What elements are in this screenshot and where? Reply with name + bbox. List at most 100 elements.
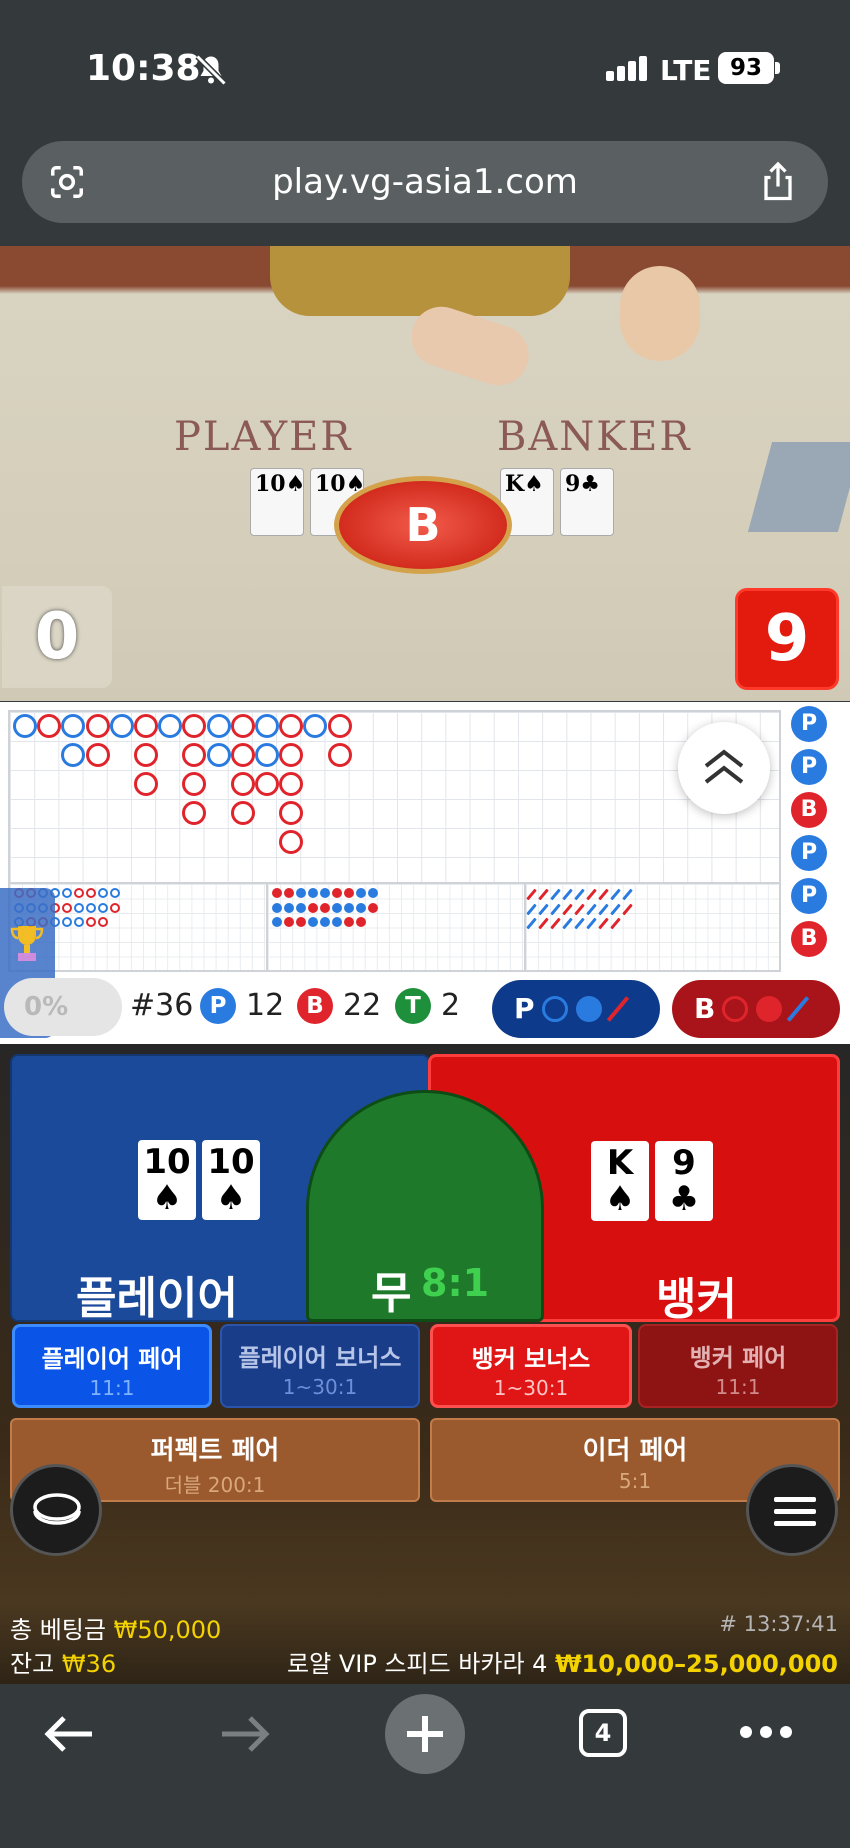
card-suit: ♠ (151, 1178, 183, 1218)
derived-road-marker (86, 917, 96, 927)
derived-road-marker (538, 917, 549, 930)
forward-arrow-icon[interactable] (220, 1714, 272, 1754)
player-ask-button[interactable]: P (492, 980, 660, 1038)
round-number: #36 (130, 988, 194, 1023)
pair-bet-label: 이더 페어 (582, 1436, 688, 1466)
menu-button[interactable] (746, 1464, 838, 1556)
betting-area: 10 ♠ 10 ♠ 플레이어 K ♠ 9 ♣ 뱅커 무 8:1 플레이어 페어 … (0, 1044, 850, 1684)
player-bet-label: 플레이어 (76, 1273, 238, 1324)
tie-bet-spot[interactable]: 무 8:1 (306, 1090, 544, 1322)
big-road-marker (255, 714, 279, 738)
side-bet-label: 뱅커 보너스 (471, 1345, 591, 1373)
derived-road-marker (586, 888, 597, 901)
bead-dot: P (791, 878, 827, 914)
derived-road-marker (110, 888, 120, 898)
derived-road-marker (98, 888, 108, 898)
derived-road-marker (110, 902, 120, 913)
derived-road-marker (272, 888, 282, 898)
card-suit: ♣ (668, 1179, 700, 1219)
derived-road-marker (610, 917, 621, 930)
derived-road-marker (598, 917, 609, 930)
derived-road-marker (562, 903, 573, 915)
player-win-badge: P (200, 988, 236, 1024)
big-road-marker (182, 743, 207, 767)
big-road-marker (206, 743, 231, 767)
derived-road-marker (320, 902, 330, 913)
url-text[interactable]: play.vg-asia1.com (22, 141, 828, 223)
player-ask-label: P (514, 992, 535, 1025)
dealer-hand-right (620, 266, 700, 361)
derived-road-marker (622, 888, 633, 901)
derived-road-marker (356, 888, 366, 898)
stats-row: 0% #36 P 12 B 22 T 2 P B (0, 888, 850, 1042)
derived-road-marker (598, 903, 609, 915)
card-suit: ♠ (215, 1178, 247, 1218)
big-road-marker (182, 714, 207, 738)
new-tab-button[interactable] (385, 1694, 465, 1774)
banker-ask-button[interactable]: B (672, 980, 840, 1038)
banker-win-count: 22 (343, 988, 382, 1023)
big-road-marker (327, 743, 352, 767)
derived-road-marker (74, 902, 84, 913)
big-road-marker (279, 801, 304, 825)
bead-dot: P (791, 835, 827, 871)
back-arrow-icon[interactable] (42, 1714, 94, 1754)
card-suit: ♠ (604, 1179, 636, 1219)
banker-ask-label: B (694, 992, 716, 1025)
bead-plate-column: P P B P P B (786, 706, 850, 976)
banker-bonus-bet[interactable]: 뱅커 보너스 1~30:1 (430, 1324, 632, 1408)
derived-road-marker (622, 903, 633, 915)
derived-road-marker (98, 902, 108, 913)
big-road-marker (13, 714, 37, 738)
big-road-marker (279, 830, 304, 854)
banker-pair-bet[interactable]: 뱅커 페어 11:1 (638, 1324, 838, 1408)
game-id: # 13:37:41 (719, 1612, 838, 1636)
cockroach-road (524, 882, 781, 972)
derived-road-marker (284, 902, 294, 913)
browser-toolbar: 4 (0, 1684, 850, 1848)
balance-value: ₩36 (61, 1650, 117, 1678)
derived-road-marker (284, 888, 294, 898)
win-percentage[interactable]: 0% (4, 978, 122, 1036)
card-shoe (747, 442, 850, 532)
battery-indicator: 93 (718, 52, 774, 84)
total-bet-info: 총 베팅금 ₩50,000 (10, 1610, 221, 1645)
player-pair-bet[interactable]: 플레이어 페어 11:1 (12, 1324, 212, 1408)
tie-count: 2 (441, 988, 461, 1023)
roadmap-panel: P P B P P B 0% #36 P 12 B 22 T 2 P B (0, 702, 850, 1044)
big-road-marker (182, 801, 207, 825)
big-road-marker (279, 743, 304, 767)
table-player-card-1: 10♠ (250, 468, 305, 536)
more-options-icon[interactable] (740, 1724, 792, 1740)
scan-icon[interactable] (48, 163, 86, 201)
banker-card-2: 9 ♣ (655, 1141, 713, 1221)
derived-road-marker (586, 917, 597, 930)
table-banker-label: BANKER (497, 414, 692, 460)
derived-road-marker (284, 917, 294, 927)
balance-info: 잔고 ₩36 (10, 1644, 116, 1679)
slash-marker-icon (606, 996, 630, 1022)
share-icon[interactable] (760, 161, 796, 203)
double-chevron-up-icon (704, 749, 744, 784)
collapse-roadmap-button[interactable] (678, 722, 770, 814)
player-bonus-bet[interactable]: 플레이어 보너스 1~30:1 (220, 1324, 420, 1408)
pair-bet-label: 퍼펙트 페어 (150, 1436, 280, 1466)
derived-road-marker (344, 917, 354, 927)
battery-tip (775, 62, 780, 74)
chip-tray-button[interactable] (10, 1464, 102, 1556)
derived-road-marker (296, 888, 306, 898)
derived-road-marker (332, 888, 342, 898)
small-road (266, 882, 526, 972)
derived-road-marker (526, 917, 537, 930)
banker-win-badge: B (297, 988, 333, 1024)
bell-muted-icon (195, 54, 227, 86)
derived-road-marker (356, 917, 366, 927)
tab-switcher-button[interactable]: 4 (579, 1709, 627, 1757)
ring-marker-icon (722, 996, 748, 1022)
derived-road-marker (550, 888, 561, 901)
chip-stack-icon (33, 1493, 81, 1525)
derived-road-marker (74, 917, 84, 927)
big-road-marker (206, 714, 231, 738)
derived-road-marker (86, 902, 96, 913)
address-bar[interactable]: play.vg-asia1.com (22, 141, 828, 223)
